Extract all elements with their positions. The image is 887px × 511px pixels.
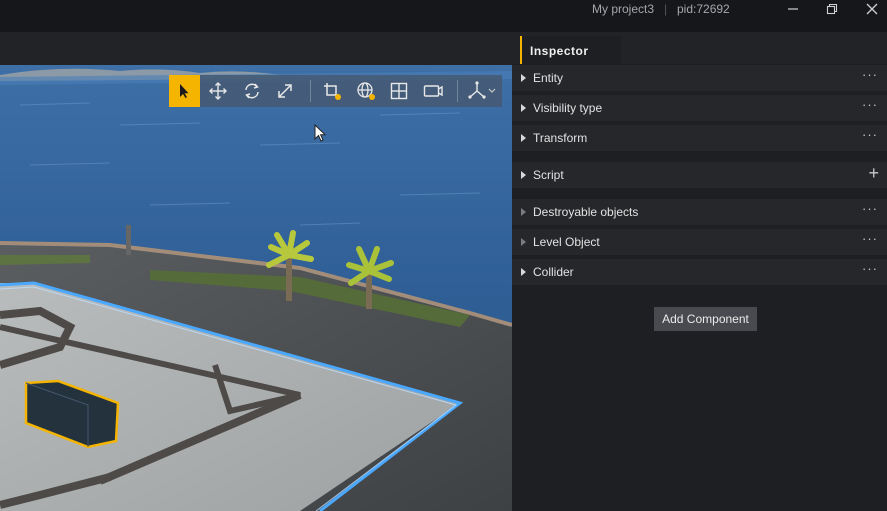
expand-triangle-icon[interactable] <box>521 208 526 216</box>
scale-diagonal-icon <box>278 84 293 98</box>
inspector-tab-bar: Inspector <box>512 32 887 64</box>
title-bar: My project3 | pid:72692 <box>0 0 887 32</box>
component-label: Destroyable objects <box>533 205 639 219</box>
more-options-icon[interactable]: ··· <box>862 231 878 246</box>
toolbar-divider <box>457 80 459 102</box>
mouse-cursor-icon <box>314 124 327 142</box>
axis-dropdown-button[interactable] <box>464 75 499 107</box>
minimize-button[interactable] <box>779 0 807 18</box>
inspector-panel: Inspector Entity ··· Visibility type ···… <box>512 32 887 511</box>
expand-triangle-icon[interactable] <box>521 74 526 82</box>
close-button[interactable] <box>858 0 886 18</box>
world-local-toggle[interactable] <box>350 75 381 107</box>
snap-tool-button[interactable] <box>317 75 348 107</box>
more-options-icon[interactable]: ··· <box>862 261 878 276</box>
expand-triangle-icon[interactable] <box>521 268 526 276</box>
rotate-icon <box>244 83 259 99</box>
viewport-toolbar <box>169 75 502 107</box>
toolbar-divider <box>309 80 311 102</box>
project-name: My project3 <box>592 2 655 16</box>
component-label: Transform <box>533 131 588 145</box>
minimize-icon <box>788 8 798 10</box>
more-options-icon[interactable]: ··· <box>862 67 878 82</box>
move-tool-button[interactable] <box>203 75 234 107</box>
scale-tool-button[interactable] <box>270 75 301 107</box>
expand-triangle-icon[interactable] <box>521 134 526 142</box>
snap-grid-icon <box>324 83 342 100</box>
chevron-down-icon <box>488 88 496 93</box>
component-label: Level Object <box>533 235 600 249</box>
axis-gizmo-icon <box>468 81 496 99</box>
component-label: Visibility type <box>533 101 603 115</box>
component-label: Collider <box>533 265 574 279</box>
layout-grid-icon <box>391 82 408 100</box>
more-options-icon[interactable]: ··· <box>862 201 878 216</box>
component-row-level-object[interactable]: Level Object ··· <box>512 229 887 255</box>
rotate-tool-button[interactable] <box>236 75 267 107</box>
more-options-icon[interactable]: ··· <box>862 97 878 112</box>
add-component-button[interactable]: Add Component <box>654 307 757 331</box>
restore-icon <box>826 3 838 15</box>
component-row-destroyable-objects[interactable]: Destroyable objects ··· <box>512 199 887 225</box>
tab-inspector[interactable]: Inspector <box>520 36 621 64</box>
layout-tool-button[interactable] <box>384 75 415 107</box>
component-row-script[interactable]: Script + <box>512 162 887 188</box>
add-script-icon[interactable]: + <box>868 163 879 183</box>
scene-viewport[interactable] <box>0 65 512 511</box>
select-tool-button[interactable] <box>169 75 200 107</box>
globe-icon <box>357 82 375 100</box>
expand-triangle-icon[interactable] <box>521 171 526 179</box>
component-row-entity[interactable]: Entity ··· <box>512 65 887 91</box>
restore-button[interactable] <box>818 0 846 18</box>
component-label: Script <box>533 168 564 182</box>
component-row-transform[interactable]: Transform ··· <box>512 125 887 151</box>
scene-render <box>0 65 512 511</box>
move-arrows-icon <box>209 82 228 100</box>
process-id: pid:72692 <box>677 2 730 16</box>
expand-triangle-icon[interactable] <box>521 238 526 246</box>
scene-header-strip <box>0 32 512 65</box>
camera-tool-button[interactable] <box>418 75 449 107</box>
close-icon <box>866 3 878 15</box>
component-row-visibility-type[interactable]: Visibility type ··· <box>512 95 887 121</box>
cursor-arrow-icon <box>180 84 189 98</box>
title-separator: | <box>664 2 668 16</box>
component-row-collider[interactable]: Collider ··· <box>512 259 887 285</box>
more-options-icon[interactable]: ··· <box>862 127 878 142</box>
component-label: Entity <box>533 71 564 85</box>
camera-icon <box>423 85 443 97</box>
expand-triangle-icon[interactable] <box>521 104 526 112</box>
